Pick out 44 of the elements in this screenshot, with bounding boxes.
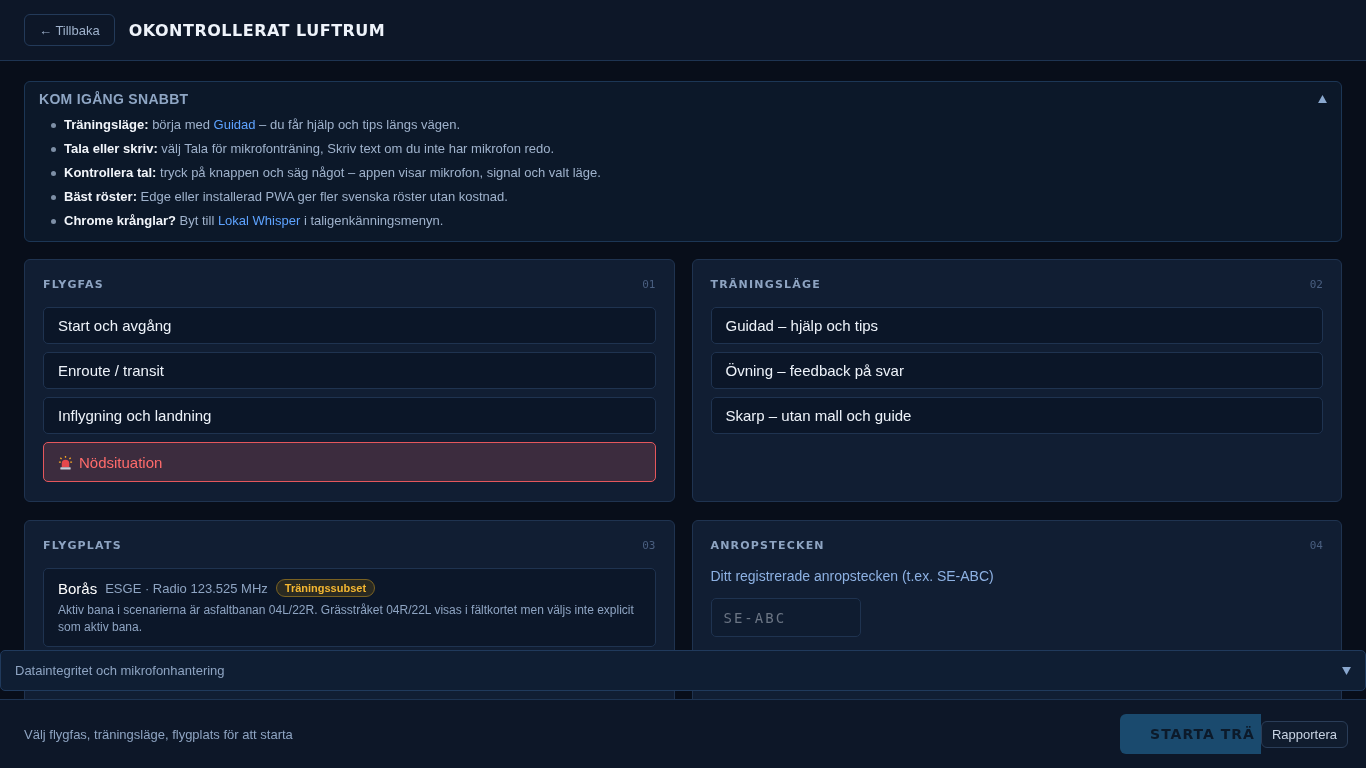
airport-details: ESGE · Radio 123.525 MHz: [105, 580, 268, 596]
airport-description: Aktiv bana i scenarierna är asfaltbanan 04L/22R. Grässtråket 04R/22L visas i fältkortet men väljs inte explicit som aktiv bana.: [58, 602, 635, 636]
option-button[interactable]: Enroute / transit: [43, 352, 656, 389]
section-number: 01: [642, 278, 656, 291]
bullet-icon: [51, 194, 56, 200]
bullet-icon: [51, 170, 56, 176]
data-section-toggle[interactable]: Dataintegritet och mikrofonhantering: [0, 650, 1366, 691]
tip-text: Tala eller skriv: välj Tala för mikrofonträning, Skriv text om du inte har mikrofon redo.: [64, 140, 555, 158]
section-number: 02: [1309, 278, 1323, 291]
collapse-icon[interactable]: [1318, 95, 1327, 103]
link[interactable]: Lokal Whisper: [217, 213, 301, 228]
airport-name: Borås: [58, 579, 98, 597]
field-label: Ditt registrerade anropstecken (t.ex. SE-ABC): [710, 568, 995, 584]
airport-card[interactable]: Borås ESGE · Radio 123.525 MHz Träningssubset Aktiv bana i scenarierna är asfaltbanan 04L/22R. Grässtråket 04R/22L visas i fältkortet men väljs inte explicit som aktiv bana.: [43, 568, 656, 647]
option-button[interactable]: Övning – feedback på svar: [710, 352, 1323, 389]
bullet-icon: [51, 218, 56, 224]
link[interactable]: Guidad: [213, 117, 256, 132]
tip-text: Bäst röster: Edge eller installerad PWA ger fler svenska röster utan kostnad.: [64, 188, 508, 206]
option-button[interactable]: Skarp – utan mall och guide: [710, 397, 1323, 434]
bullet-icon: [51, 122, 56, 128]
option-button[interactable]: Nödsituation: [43, 442, 656, 482]
tip-text: Kontrollera tal: tryck på knappen och säg något – appen visar mikrofon, signal och valt läge.: [64, 164, 601, 182]
option-button[interactable]: Guidad – hjälp och tips: [710, 307, 1323, 344]
tip-text: Träningsläge: börja med Guidad – du får hjälp och tips längs vägen.: [64, 116, 461, 134]
training-badge: Träningssubset: [275, 579, 376, 597]
option-button[interactable]: Inflygning och landning: [43, 397, 656, 434]
section-title: FLYGFAS: [43, 278, 104, 291]
start-hint: Välj flygfas, träningsläge, flygplats för att starta: [24, 726, 293, 742]
panel-title: KOM IGÅNG SNABBT: [39, 91, 189, 107]
section-title: ANROPSTECKEN: [710, 539, 825, 552]
siren-icon: [58, 454, 73, 470]
section-title: TRÄNINGSLÄGE: [710, 278, 821, 291]
page-title: OKONTROLLERAT LUFTRUM: [128, 20, 386, 40]
section-toggle-label: Dataintegritet och mikrofonhantering: [15, 663, 225, 678]
back-button[interactable]: ← Tillbaka: [24, 14, 115, 46]
bullet-icon: [51, 146, 56, 152]
section-title: FLYGPLATS: [43, 539, 122, 552]
report-button[interactable]: Rapportera: [1260, 720, 1348, 748]
expand-icon[interactable]: [1342, 666, 1351, 675]
callsign-field[interactable]: SE-ABC: [710, 598, 861, 637]
option-button[interactable]: Start och avgång: [43, 307, 656, 344]
tip-text: Chrome krånglar? Byt till Lokal Whisper i taligenkänningsmenyn.: [64, 212, 444, 230]
section-number: 03: [642, 539, 656, 552]
section-number: 04: [1309, 539, 1323, 552]
